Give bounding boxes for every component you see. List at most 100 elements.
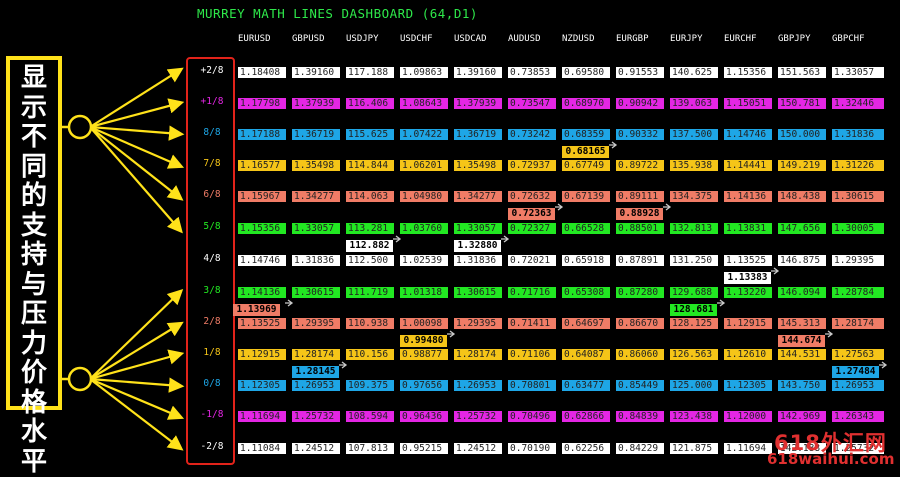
symbol-header: NZDUSD	[562, 34, 595, 44]
level-value-cell: 1.13525	[238, 318, 286, 329]
level-value-cell: 0.62866	[562, 411, 610, 422]
level-value-cell: 1.31836	[292, 255, 340, 266]
level-value-cell: 0.68359	[562, 129, 610, 140]
level-value-cell: 1.35498	[454, 160, 502, 171]
level-value-cell: 1.26953	[832, 380, 884, 391]
level-value-cell: 0.90942	[616, 98, 664, 109]
level-value-cell: 114.063	[346, 191, 394, 202]
price-arrow-icon	[393, 235, 402, 243]
level-value-cell: 0.72632	[508, 191, 556, 202]
level-value-cell: 117.188	[346, 67, 394, 78]
level-value-cell: 137.500	[670, 129, 718, 140]
lower-levels-arrow	[89, 378, 184, 451]
level-value-cell: 1.14136	[238, 287, 286, 298]
level-label: 6/8	[203, 189, 221, 200]
level-label: 8/8	[203, 127, 221, 138]
level-value-cell: 1.12000	[724, 411, 772, 422]
level-value-cell: 1.24512	[454, 443, 502, 454]
price-arrow-icon	[447, 330, 456, 338]
current-price-label: 1.28145	[292, 366, 339, 378]
level-value-cell: 1.14441	[724, 160, 772, 171]
current-price-label: 1.27484	[832, 366, 879, 378]
level-value-cell: 0.86060	[616, 349, 664, 360]
level-value-cell: 0.73853	[508, 67, 556, 78]
upper-levels-bubble	[67, 114, 93, 140]
price-arrow-icon	[501, 235, 510, 243]
upper-levels-arrow	[89, 126, 184, 201]
level-value-cell: 142.969	[778, 411, 826, 422]
level-value-cell: 1.15051	[724, 98, 772, 109]
level-value-cell: 0.72021	[508, 255, 556, 266]
level-value-cell: 150.000	[778, 129, 826, 140]
level-value-cell: 0.84229	[616, 443, 664, 454]
level-value-cell: 1.15967	[238, 191, 286, 202]
level-label: -2/8	[200, 441, 224, 452]
symbol-header: USDCHF	[400, 34, 433, 44]
level-value-cell: 1.26953	[292, 380, 340, 391]
level-value-cell: 0.84839	[616, 411, 664, 422]
level-value-cell: 0.89111	[616, 191, 664, 202]
level-value-cell: 1.32446	[832, 98, 884, 109]
level-value-cell: 1.33057	[454, 223, 502, 234]
level-value-cell: 123.438	[670, 411, 718, 422]
level-value-cell: 1.17798	[238, 98, 286, 109]
price-arrow-icon	[609, 141, 618, 149]
level-value-cell: 0.64697	[562, 318, 610, 329]
symbol-header: AUDUSD	[508, 34, 541, 44]
level-value-cell: 1.06201	[400, 160, 448, 171]
level-value-cell: 1.29395	[832, 255, 884, 266]
price-arrow-icon	[285, 299, 294, 307]
level-value-cell: 143.750	[778, 380, 826, 391]
level-value-cell: 1.14136	[724, 191, 772, 202]
level-value-cell: 1.11694	[724, 443, 772, 454]
price-arrow-icon	[717, 299, 726, 307]
current-price-label: 0.68165	[562, 146, 609, 158]
symbol-header: GBPUSD	[292, 34, 325, 44]
level-value-cell: 110.938	[346, 318, 394, 329]
level-value-cell: 0.72327	[508, 223, 556, 234]
current-price-label: 0.88928	[616, 208, 663, 220]
upper-levels-arrow	[89, 98, 185, 129]
level-value-cell: 1.00098	[400, 318, 448, 329]
level-value-cell: 135.938	[670, 160, 718, 171]
level-label: 3/8	[203, 285, 221, 296]
level-value-cell: 0.70801	[508, 380, 556, 391]
level-value-cell: 1.31226	[832, 160, 884, 171]
level-value-cell: 1.30005	[832, 223, 884, 234]
level-value-cell: 1.28174	[454, 349, 502, 360]
level-value-cell: 0.87280	[616, 287, 664, 298]
current-price-label: 1.13383	[724, 272, 771, 284]
level-value-cell: 1.13220	[724, 287, 772, 298]
current-price-label: 112.882	[346, 240, 393, 252]
level-value-cell: 1.27563	[832, 349, 884, 360]
level-value-cell: 1.09863	[400, 67, 448, 78]
level-value-cell: 1.33057	[832, 67, 884, 78]
level-value-cell: 139.063	[670, 98, 718, 109]
level-value-cell: 0.91553	[616, 67, 664, 78]
price-arrow-icon	[825, 330, 834, 338]
symbol-header: USDCAD	[454, 34, 487, 44]
level-value-cell: 1.31836	[454, 255, 502, 266]
upper-levels-arrow	[89, 67, 184, 128]
level-value-cell: 134.375	[670, 191, 718, 202]
level-value-cell: 0.72937	[508, 160, 556, 171]
level-value-cell: 1.39160	[454, 67, 502, 78]
symbol-header: EURJPY	[670, 34, 703, 44]
level-value-cell: 1.12305	[724, 380, 772, 391]
level-value-cell: 150.781	[778, 98, 826, 109]
level-value-cell: 0.96436	[400, 411, 448, 422]
level-value-cell: 114.844	[346, 160, 394, 171]
price-arrow-icon	[771, 267, 780, 275]
symbol-header: GBPJPY	[778, 34, 811, 44]
level-value-cell: 1.11694	[238, 411, 286, 422]
watermark-line-2: 618waihui.com	[767, 450, 895, 468]
level-value-cell: 110.156	[346, 349, 394, 360]
level-value-cell: 1.36719	[292, 129, 340, 140]
current-price-label: 0.72363	[508, 208, 555, 220]
level-value-cell: 1.01318	[400, 287, 448, 298]
level-value-cell: 113.281	[346, 223, 394, 234]
level-value-cell: 1.11084	[238, 443, 286, 454]
level-value-cell: 1.14746	[724, 129, 772, 140]
level-value-cell: 126.563	[670, 349, 718, 360]
level-value-cell: 0.87891	[616, 255, 664, 266]
